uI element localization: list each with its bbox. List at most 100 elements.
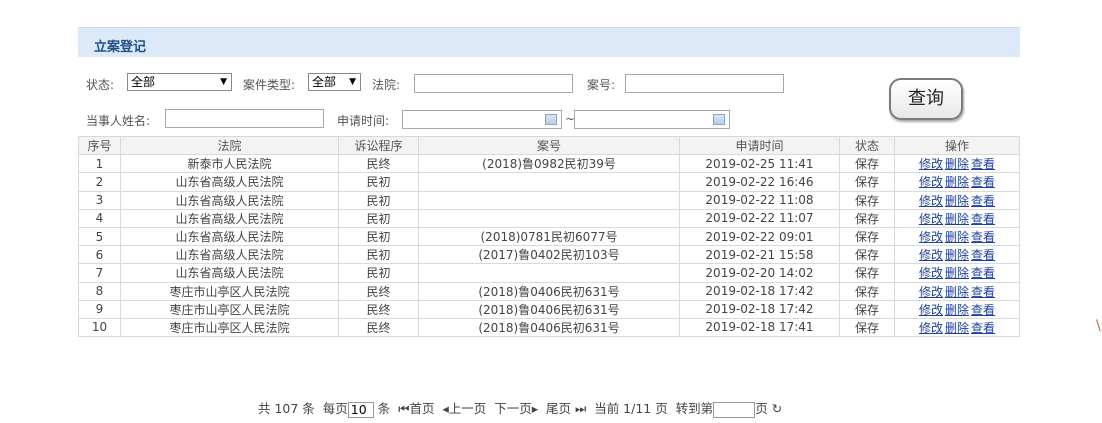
view-link[interactable]: 查看	[971, 175, 995, 189]
first-page-link[interactable]: ⏮首页	[398, 401, 434, 416]
next-page-label: 下一页	[494, 401, 532, 416]
view-link[interactable]: 查看	[971, 230, 995, 244]
delete-link[interactable]: 删除	[945, 321, 969, 335]
court-label: 法院:	[372, 78, 401, 92]
court-input[interactable]	[414, 74, 573, 93]
apply-time-end-input[interactable]	[574, 110, 730, 129]
cell-apply-time: 2019-02-22 11:08	[679, 190, 840, 210]
apply-time-start-input[interactable]	[402, 110, 562, 129]
edit-link[interactable]: 修改	[919, 212, 943, 226]
refresh-icon[interactable]: ↻	[772, 401, 782, 416]
view-link[interactable]: 查看	[971, 303, 995, 317]
cell-index: 2	[78, 172, 121, 192]
chevron-down-icon: ▼	[349, 77, 356, 87]
view-link[interactable]: 查看	[971, 285, 995, 299]
view-link[interactable]: 查看	[971, 266, 995, 280]
col-header-case-no: 案号	[418, 135, 680, 156]
view-link[interactable]: 查看	[971, 248, 995, 262]
calendar-icon[interactable]	[713, 114, 725, 125]
cell-procedure: 民初	[338, 263, 419, 283]
cell-procedure: 民终	[338, 281, 419, 301]
col-header-index: 序号	[78, 135, 121, 156]
edit-link[interactable]: 修改	[919, 303, 943, 317]
cell-status: 保存	[839, 263, 895, 283]
last-page-icon: ⏭	[574, 401, 587, 416]
table-row: 1 新泰市人民法院 民终 (2018)鲁0982民初39号 2019-02-25 11:…	[78, 154, 1020, 174]
cell-index: 10	[78, 317, 121, 338]
view-link[interactable]: 查看	[971, 157, 995, 171]
cell-status: 保存	[839, 208, 895, 228]
status-label: 状态:	[86, 78, 115, 92]
col-header-ops: 操作	[894, 135, 1020, 156]
cell-procedure: 民初	[338, 226, 419, 247]
cell-ops: 修改 删除 查看	[894, 226, 1020, 247]
edit-link[interactable]: 修改	[919, 266, 943, 280]
per-page-suffix: 条	[377, 401, 391, 416]
cell-case-no: (2018)0781民初6077号	[418, 226, 680, 247]
goto-page-input[interactable]	[713, 401, 756, 418]
table-row: 10 枣庄市山亭区人民法院 民终 (2018)鲁0406民初631号 2019-02-1…	[78, 317, 1020, 338]
cell-court: 山东省高级人民法院	[120, 226, 339, 247]
cell-apply-time: 2019-02-21 15:58	[679, 245, 840, 265]
table-row: 8 枣庄市山亭区人民法院 民终 (2018)鲁0406民初631号 2019-02-18…	[78, 281, 1020, 301]
prev-page-link[interactable]: ◂上一页	[442, 401, 486, 416]
cell-index: 5	[78, 226, 121, 247]
panel-header: 立案登记	[78, 27, 1020, 57]
cell-status: 保存	[839, 226, 895, 247]
edit-link[interactable]: 修改	[919, 230, 943, 244]
goto-suffix: 页	[755, 401, 768, 416]
col-header-procedure: 诉讼程序	[338, 135, 419, 156]
edit-link[interactable]: 修改	[919, 194, 943, 208]
edit-link[interactable]: 修改	[919, 175, 943, 189]
table-header-row: 序号 法院 诉讼程序 案号 申请时间 状态 操作	[78, 135, 1020, 156]
cell-case-no	[418, 172, 680, 192]
cell-court: 山东省高级人民法院	[120, 172, 339, 192]
apply-time-label: 申请时间:	[337, 114, 390, 128]
delete-link[interactable]: 删除	[945, 194, 969, 208]
delete-link[interactable]: 删除	[945, 285, 969, 299]
cell-case-no: (2018)鲁0406民初631号	[418, 281, 680, 301]
delete-link[interactable]: 删除	[945, 175, 969, 189]
chevron-down-icon: ▼	[220, 77, 227, 87]
edit-link[interactable]: 修改	[919, 285, 943, 299]
view-link[interactable]: 查看	[971, 321, 995, 335]
col-header-court: 法院	[120, 135, 339, 156]
case-type-select[interactable]: 全部 ▼	[308, 73, 361, 91]
party-input[interactable]	[165, 109, 324, 128]
total-count: 共 107 条	[258, 401, 315, 416]
delete-link[interactable]: 删除	[945, 157, 969, 171]
status-select[interactable]: 全部 ▼	[127, 73, 232, 91]
cell-case-no: (2018)鲁0982民初39号	[418, 154, 680, 174]
table-row: 4 山东省高级人民法院 民初 2019-02-22 11:07 保存 修改 删除 查看	[78, 208, 1020, 228]
edit-link[interactable]: 修改	[919, 321, 943, 335]
cell-status: 保存	[839, 317, 895, 338]
cell-case-no	[418, 263, 680, 283]
cell-ops: 修改 删除 查看	[894, 281, 1020, 301]
query-button[interactable]: 查询	[889, 78, 963, 120]
cell-court: 山东省高级人民法院	[120, 208, 339, 228]
edit-link[interactable]: 修改	[919, 248, 943, 262]
cell-index: 4	[78, 208, 121, 228]
view-link[interactable]: 查看	[971, 194, 995, 208]
last-page-link[interactable]: 尾页 ⏭	[546, 401, 586, 416]
cell-ops: 修改 删除 查看	[894, 172, 1020, 192]
cell-index: 1	[78, 154, 121, 174]
cell-case-no: (2017)鲁0402民初103号	[418, 245, 680, 265]
delete-link[interactable]: 删除	[945, 266, 969, 280]
edit-link[interactable]: 修改	[919, 157, 943, 171]
delete-link[interactable]: 删除	[945, 303, 969, 317]
current-page: 当前 1/11 页	[594, 401, 668, 416]
status-select-value: 全部	[131, 75, 156, 89]
case-no-input[interactable]	[625, 74, 784, 93]
view-link[interactable]: 查看	[971, 212, 995, 226]
next-page-link[interactable]: 下一页▸	[494, 401, 538, 416]
cell-procedure: 民初	[338, 245, 419, 265]
cell-ops: 修改 删除 查看	[894, 208, 1020, 228]
delete-link[interactable]: 删除	[945, 212, 969, 226]
cell-status: 保存	[839, 154, 895, 174]
calendar-icon[interactable]	[545, 114, 557, 125]
cell-index: 9	[78, 299, 121, 319]
delete-link[interactable]: 删除	[945, 230, 969, 244]
page-size-input[interactable]: 10	[347, 401, 374, 418]
delete-link[interactable]: 删除	[945, 248, 969, 262]
